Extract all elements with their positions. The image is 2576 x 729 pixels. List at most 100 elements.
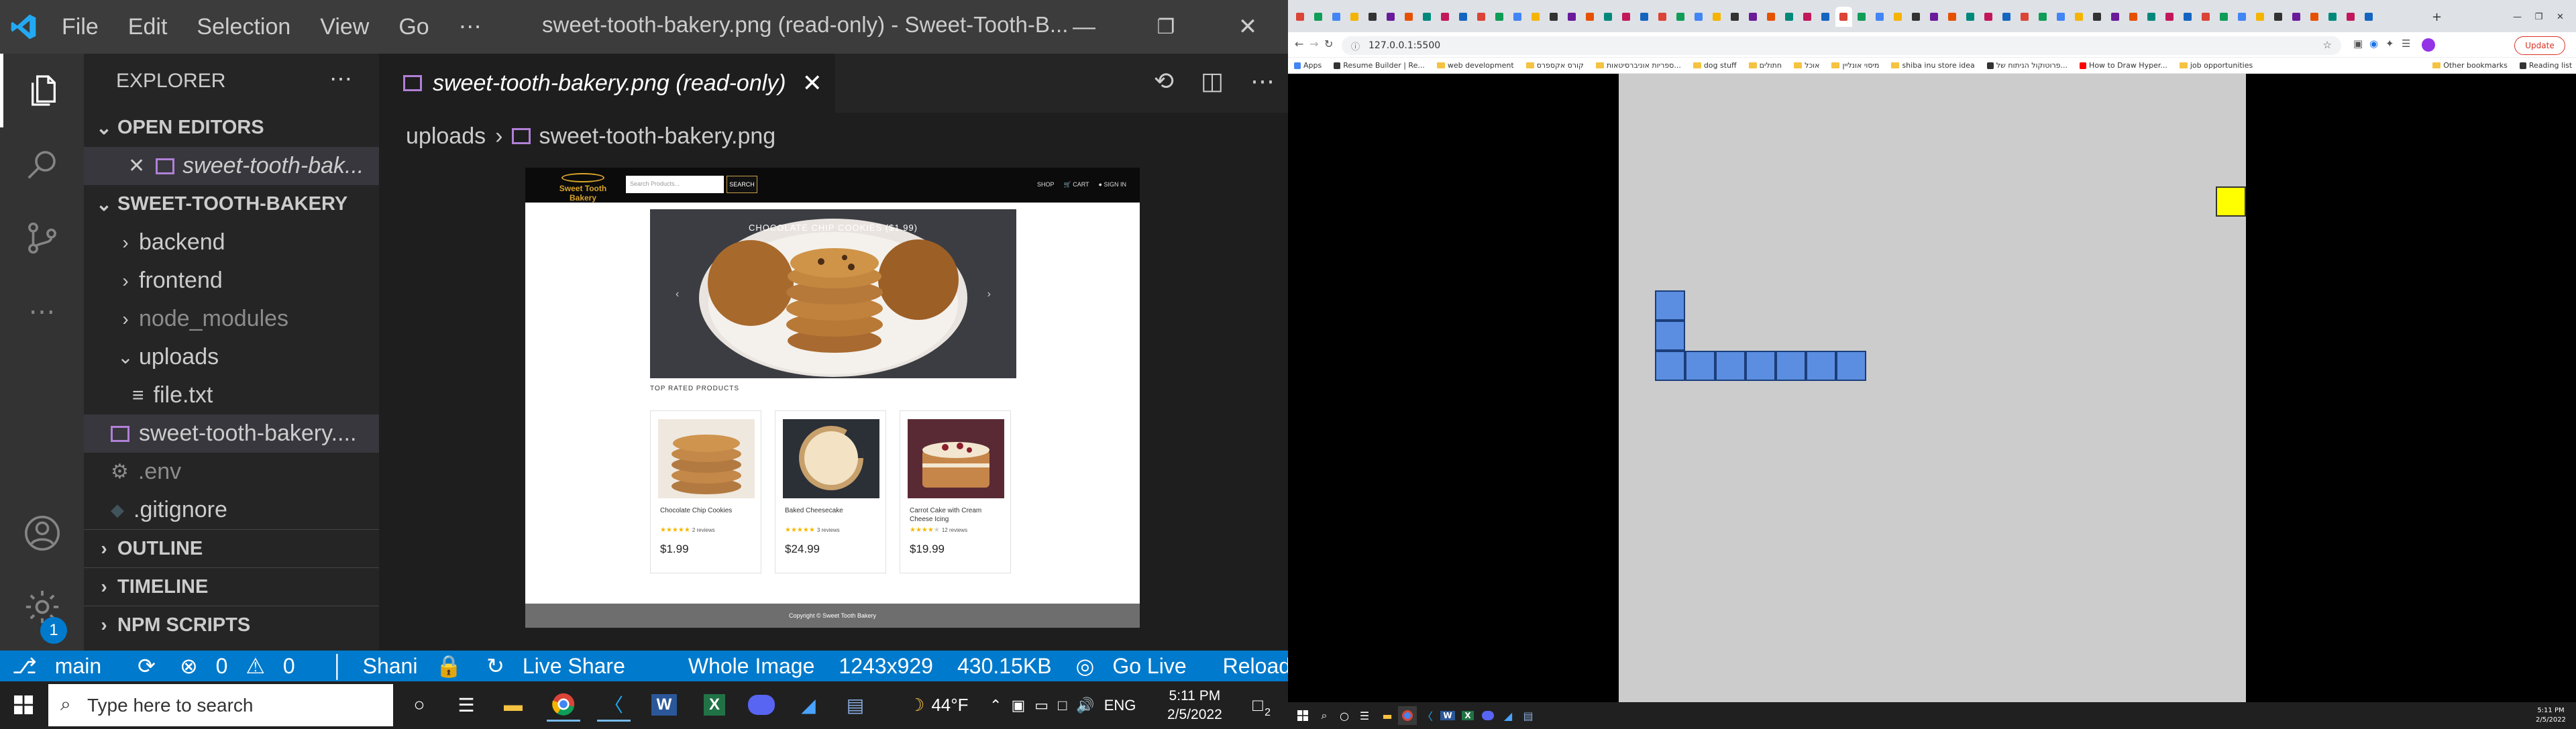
- game-canvas[interactable]: [1619, 74, 2246, 702]
- open-editor-item[interactable]: ✕ sweet-tooth-bak...: [84, 147, 379, 185]
- zoom-status[interactable]: Whole Image: [676, 654, 827, 679]
- tree-item-frontend[interactable]: › frontend: [84, 262, 379, 300]
- bookmark-item[interactable]: Reading list: [2514, 61, 2576, 70]
- back-icon[interactable]: ←: [1295, 38, 1303, 50]
- browser-tab[interactable]: [1709, 7, 1725, 27]
- chevron-up-icon[interactable]: ⌃: [989, 697, 1002, 714]
- browser-tab[interactable]: [1346, 7, 1363, 27]
- search-button[interactable]: [0, 127, 84, 201]
- task-view-icon[interactable]: ☰: [1355, 706, 1374, 725]
- product-card[interactable]: Chocolate Chip Cookies ★★★★★ 2 reviews $1…: [650, 410, 761, 573]
- info-icon[interactable]: ⓘ: [1351, 40, 1360, 52]
- reload-icon[interactable]: ↻: [1324, 38, 1333, 50]
- profile-avatar[interactable]: [2422, 38, 2435, 52]
- cortana-icon[interactable]: ○: [1335, 706, 1354, 725]
- tree-item-uploads[interactable]: ⌄ uploads: [84, 338, 379, 376]
- browser-tab[interactable]: [1763, 7, 1780, 27]
- breadcrumb-file[interactable]: sweet-tooth-bakery.png: [539, 123, 775, 150]
- bookmark-item[interactable]: חתולים: [1743, 61, 1788, 70]
- browser-tab[interactable]: [2107, 7, 2124, 27]
- language-indicator[interactable]: ENG: [1104, 697, 1136, 714]
- file-explorer-icon[interactable]: ▬: [1378, 706, 1397, 725]
- volume-icon[interactable]: 🔊: [1076, 697, 1094, 714]
- product-name[interactable]: Baked Cheesecake: [785, 506, 879, 515]
- browser-tab[interactable]: [2216, 7, 2233, 27]
- browser-tab[interactable]: [1401, 7, 1417, 27]
- clock[interactable]: 5:11 PM 2/5/2022: [1167, 681, 1222, 729]
- nav-shop[interactable]: SHOP: [1037, 181, 1055, 188]
- browser-tab[interactable]: [1854, 7, 1870, 27]
- tree-item-file-txt[interactable]: ≡ file.txt: [84, 376, 379, 414]
- nav-signin[interactable]: ● SIGN IN: [1099, 181, 1126, 188]
- vscode-taskbar-icon[interactable]: 〈: [1418, 706, 1437, 725]
- timeline-section[interactable]: › TIMELINE: [84, 567, 379, 606]
- browser-tab[interactable]: [1527, 7, 1544, 27]
- explorer-more-button[interactable]: ⋯: [329, 66, 352, 93]
- word-icon[interactable]: W: [647, 688, 681, 722]
- nav-cart[interactable]: 🛒 CART: [1063, 181, 1089, 188]
- more-views-button[interactable]: ⋯: [0, 275, 84, 349]
- restore-button[interactable]: ❐: [1128, 0, 1203, 54]
- menu-view[interactable]: View: [305, 14, 384, 40]
- browser-tab[interactable]: [1600, 7, 1617, 27]
- browser-tab[interactable]: [2252, 7, 2269, 27]
- browser-tab[interactable]: [2288, 7, 2305, 27]
- browser-tab[interactable]: [1908, 7, 1925, 27]
- bookmark-item[interactable]: dog stuff: [1687, 61, 1743, 70]
- browser-tab[interactable]: [1817, 7, 1834, 27]
- split-editor-icon[interactable]: ◫: [1201, 67, 1224, 95]
- browser-tab[interactable]: [1310, 7, 1327, 27]
- tree-item-node-modules[interactable]: › node_modules: [84, 300, 379, 338]
- product-name[interactable]: Chocolate Chip Cookies: [660, 506, 754, 515]
- address-bar[interactable]: ⓘ 127.0.0.1:5500 ☆: [1342, 36, 2341, 55]
- browser-tab[interactable]: [2017, 7, 2033, 27]
- bookmark-item[interactable]: shiba inu store idea: [1885, 61, 1980, 70]
- product-card[interactable]: Carrot Cake with Cream Cheese Icing ★★★★…: [900, 410, 1011, 573]
- battery-icon[interactable]: ▭: [1034, 697, 1049, 714]
- bookmark-item[interactable]: web development: [1431, 61, 1520, 70]
- browser-tab[interactable]: [2234, 7, 2251, 27]
- open-editors-section[interactable]: ⌄ OPEN EDITORS: [84, 109, 379, 147]
- browser-tab[interactable]: [1383, 7, 1399, 27]
- update-button[interactable]: Update: [2514, 36, 2565, 55]
- browser-tab[interactable]: [1473, 7, 1490, 27]
- network-icon[interactable]: □: [1058, 697, 1067, 714]
- browser-tab[interactable]: [1364, 7, 1381, 27]
- browser-tab[interactable]: [1962, 7, 1979, 27]
- close-editor-icon[interactable]: ✕: [128, 154, 145, 178]
- browser-tab[interactable]: [1745, 7, 1762, 27]
- user-status[interactable]: │ Shani 🔒: [319, 653, 474, 679]
- outline-section[interactable]: › OUTLINE: [84, 529, 379, 567]
- start-button[interactable]: [7, 688, 40, 722]
- bakery-logo[interactable]: Sweet Tooth Bakery: [551, 173, 615, 203]
- sync-icon[interactable]: ⟳: [125, 653, 168, 679]
- minimize-icon[interactable]: —: [2509, 7, 2526, 27]
- browser-tab[interactable]: [1582, 7, 1599, 27]
- taskbar-search-input[interactable]: ⌕ Type here to search: [48, 684, 393, 726]
- browser-tab[interactable]: [1546, 7, 1562, 27]
- bookmark-item[interactable]: פרוטוקול הניתוח של...: [1981, 61, 2074, 70]
- browser-tab[interactable]: [2180, 7, 2196, 27]
- browser-tab[interactable]: [1437, 7, 1454, 27]
- browser-tab[interactable]: [2035, 7, 2051, 27]
- active-browser-tab[interactable]: [1835, 7, 1852, 27]
- vscode-taskbar-icon[interactable]: 〈: [597, 688, 631, 722]
- app-icon[interactable]: ◢: [1499, 706, 1517, 725]
- product-card[interactable]: Baked Cheesecake ★★★★★ 3 reviews $24.99: [775, 410, 886, 573]
- close-tab-icon[interactable]: ✕: [802, 69, 822, 97]
- browser-tab[interactable]: [2053, 7, 2070, 27]
- bookmark-item[interactable]: Other bookmarks: [2426, 61, 2514, 70]
- browser-tab[interactable]: [1727, 7, 1743, 27]
- tree-item-bakery-png[interactable]: sweet-tooth-bakery....: [84, 414, 379, 453]
- tree-item-gitignore[interactable]: ◆ .gitignore: [84, 491, 379, 529]
- manage-button[interactable]: 1: [0, 570, 84, 644]
- source-control-button[interactable]: [0, 201, 84, 275]
- extension-icon[interactable]: ◉: [2369, 38, 2378, 50]
- notes-app-icon[interactable]: ▤: [1519, 706, 1538, 725]
- browser-tab[interactable]: [2089, 7, 2106, 27]
- start-button[interactable]: [1293, 706, 1312, 725]
- browser-tab[interactable]: [1654, 7, 1671, 27]
- extensions-puzzle-icon[interactable]: ✦: [2385, 38, 2394, 50]
- weather-widget[interactable]: ☽ 44°F: [909, 681, 969, 729]
- explorer-button[interactable]: [0, 54, 84, 127]
